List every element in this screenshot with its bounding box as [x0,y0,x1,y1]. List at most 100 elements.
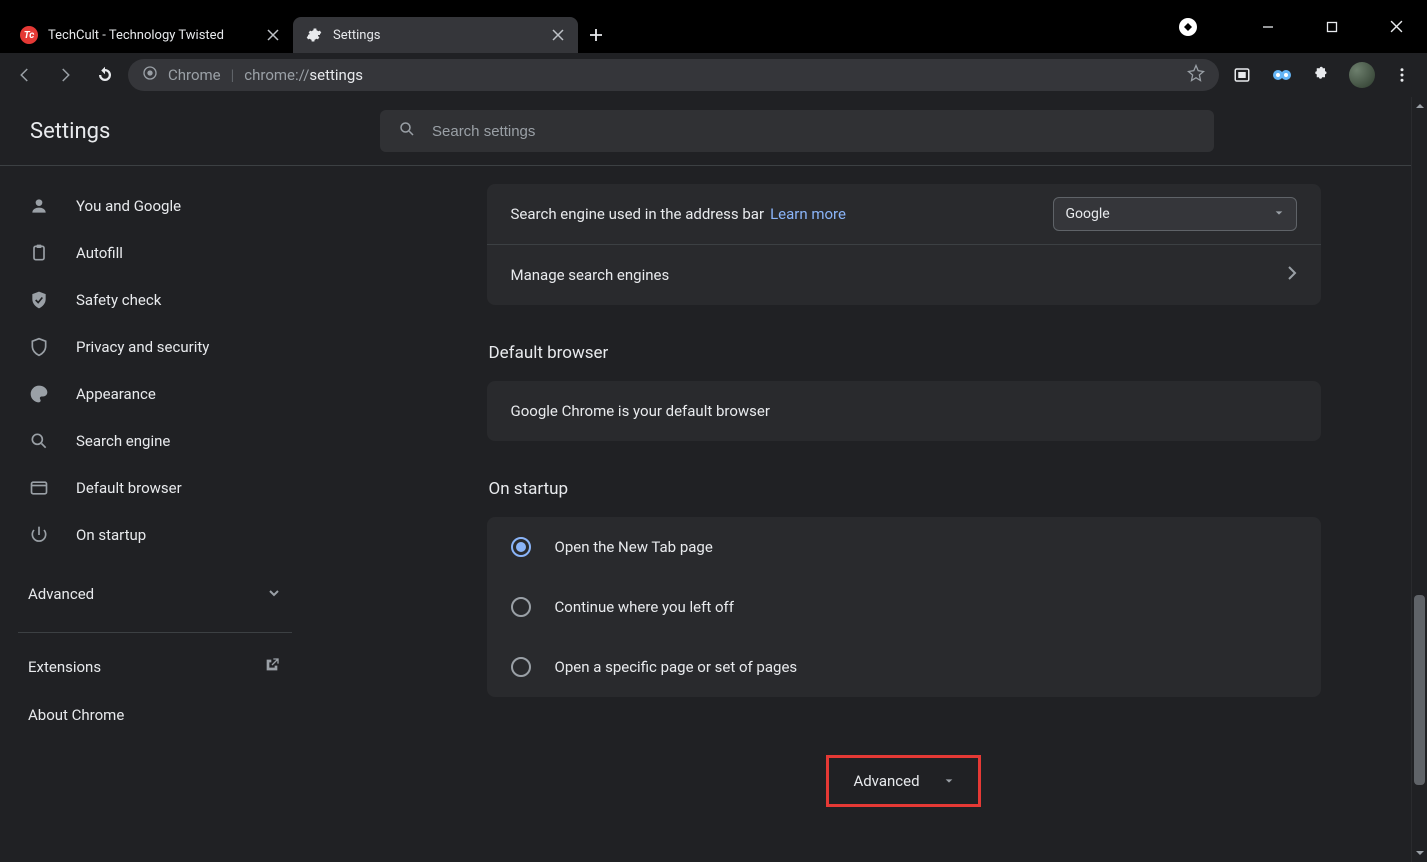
startup-option-continue[interactable]: Continue where you left off [487,577,1321,637]
tab-title: Settings [333,28,540,43]
bookmark-star-icon[interactable] [1187,64,1205,86]
close-window-button[interactable] [1373,11,1419,43]
browser-icon [28,477,50,499]
advanced-expander-button[interactable]: Advanced [831,760,975,802]
kebab-menu-icon[interactable] [1385,58,1419,92]
select-value: Google [1066,206,1110,222]
settings-app: Settings You and Google Autofill Safety … [0,97,1427,862]
chevron-down-icon [1274,206,1284,222]
expander-label: Advanced [853,772,919,790]
scroll-down-arrow-icon[interactable] [1412,844,1427,862]
search-icon [28,430,50,452]
sidebar-item-privacy-security[interactable]: Privacy and security [0,323,310,370]
page-title: Settings [30,119,380,144]
sidebar-item-label: Appearance [76,385,156,403]
sidebar-item-label: On startup [76,526,146,544]
search-engine-select[interactable]: Google [1053,197,1297,231]
extensions-puzzle-icon[interactable] [1305,58,1339,92]
search-engine-row: Search engine used in the address bar Le… [487,184,1321,244]
shield-icon [28,336,50,358]
chevron-right-icon [1287,266,1297,284]
manage-search-engines-row[interactable]: Manage search engines [487,245,1321,305]
browser-toolbar: Chrome | chrome://settings [0,53,1427,97]
sidebar-item-label: Privacy and security [76,338,209,356]
site-identity-icon [142,65,158,85]
on-startup-card: Open the New Tab page Continue where you… [487,517,1321,697]
palette-icon [28,383,50,405]
person-icon [28,195,50,217]
forward-button[interactable] [48,58,82,92]
sidebar-divider [18,632,292,633]
search-input[interactable] [432,123,1196,140]
sidebar-item-autofill[interactable]: Autofill [0,229,310,276]
scrollbar-thumb[interactable] [1414,595,1425,785]
browser-tab-techcult[interactable]: Tc TechCult - Technology Twisted [8,17,293,53]
sidebar-item-appearance[interactable]: Appearance [0,370,310,417]
shield-check-icon [28,289,50,311]
close-icon[interactable] [265,27,281,43]
minimize-button[interactable] [1245,11,1291,43]
row-label: Manage search engines [511,266,670,284]
row-label: Search engine used in the address bar [511,205,765,223]
option-label: Open the New Tab page [555,538,713,556]
section-title-default-browser: Default browser [489,343,1321,363]
default-browser-status-row: Google Chrome is your default browser [487,381,1321,441]
advanced-label: Advanced [28,585,94,603]
omnibox-url: chrome://settings [244,66,363,84]
vertical-scrollbar[interactable] [1411,97,1427,862]
close-icon[interactable] [550,27,566,43]
startup-option-specific-pages[interactable]: Open a specific page or set of pages [487,637,1321,697]
profile-avatar[interactable] [1345,58,1379,92]
chevron-down-icon [268,585,280,603]
settings-sidebar: You and Google Autofill Safety check Pri… [0,166,310,862]
learn-more-link[interactable]: Learn more [770,205,846,223]
option-label: Continue where you left off [555,598,734,616]
window-controls [1179,0,1427,53]
radio-checked-icon [511,537,531,557]
omnibox-separator: | [231,66,235,84]
radio-unchecked-icon [511,597,531,617]
open-external-icon [264,657,280,677]
section-title-on-startup: On startup [489,479,1321,499]
sidebar-advanced-toggle[interactable]: Advanced [0,570,310,618]
maximize-button[interactable] [1309,11,1355,43]
back-button[interactable] [8,58,42,92]
extension-googly-icon[interactable] [1265,58,1299,92]
clipboard-icon [28,242,50,264]
sidebar-link-extensions[interactable]: Extensions [0,643,310,691]
sidebar-link-about-chrome[interactable]: About Chrome [0,691,310,739]
sidebar-item-label: Search engine [76,432,170,450]
default-browser-card: Google Chrome is your default browser [487,381,1321,441]
new-tab-button[interactable] [578,17,614,53]
download-indicator-icon[interactable] [1179,18,1197,36]
sidebar-item-label: Default browser [76,479,182,497]
window-titlebar: Tc TechCult - Technology Twisted Setting… [0,0,1427,53]
address-bar[interactable]: Chrome | chrome://settings [128,59,1219,91]
search-settings-field[interactable] [380,110,1214,152]
reader-mode-icon[interactable] [1225,58,1259,92]
browser-tab-settings[interactable]: Settings [293,17,578,53]
settings-main-panel: Search engine used in the address bar Le… [310,166,1427,862]
sidebar-item-search-engine[interactable]: Search engine [0,417,310,464]
sidebar-item-label: Safety check [76,291,161,309]
reload-button[interactable] [88,58,122,92]
sidebar-item-safety-check[interactable]: Safety check [0,276,310,323]
scroll-up-arrow-icon[interactable] [1412,97,1427,115]
tab-title: TechCult - Technology Twisted [48,28,255,43]
sidebar-item-on-startup[interactable]: On startup [0,511,310,558]
sidebar-item-label: You and Google [76,197,181,215]
status-text: Google Chrome is your default browser [511,402,770,420]
about-label: About Chrome [28,706,124,724]
sidebar-item-label: Autofill [76,244,123,262]
sidebar-item-default-browser[interactable]: Default browser [0,464,310,511]
sidebar-item-you-and-google[interactable]: You and Google [0,182,310,229]
search-engine-card: Search engine used in the address bar Le… [487,184,1321,305]
radio-unchecked-icon [511,657,531,677]
extensions-label: Extensions [28,658,101,676]
settings-header: Settings [0,97,1427,166]
omnibox-chip: Chrome [168,66,221,84]
startup-option-new-tab[interactable]: Open the New Tab page [487,517,1321,577]
gear-icon [305,26,323,44]
advanced-highlight-box: Advanced [826,755,980,807]
option-label: Open a specific page or set of pages [555,658,798,676]
